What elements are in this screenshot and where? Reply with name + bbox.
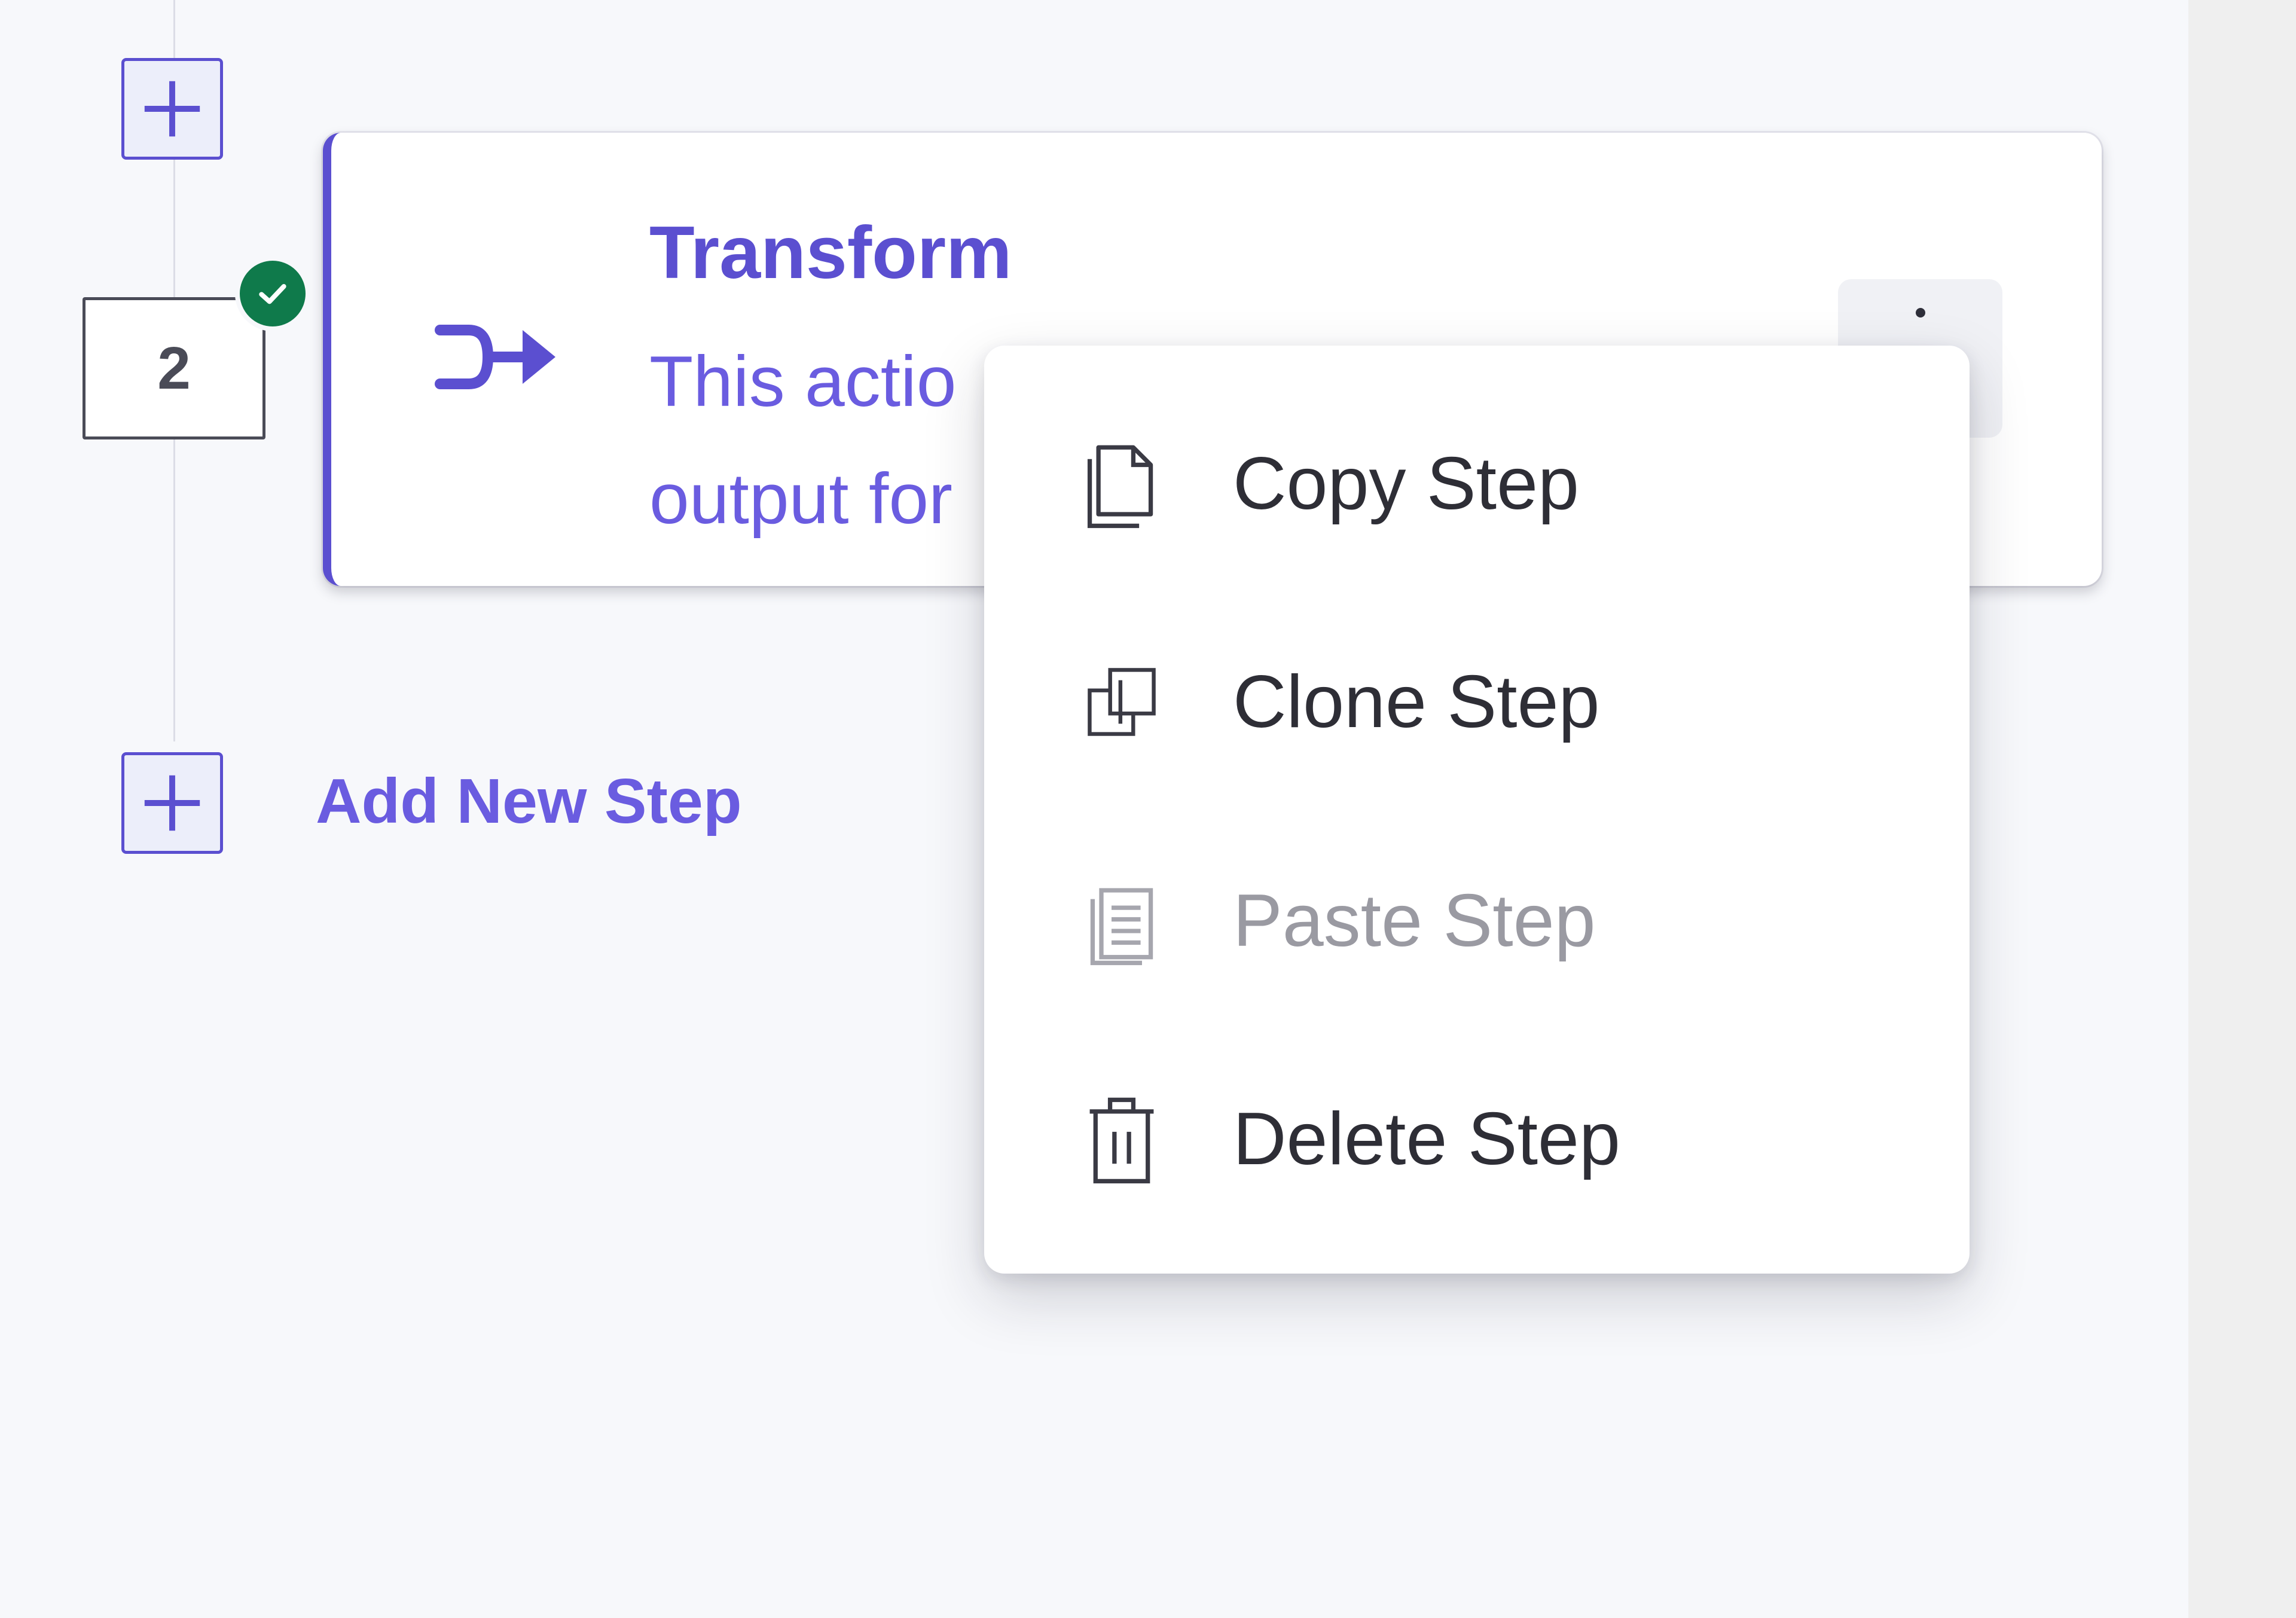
clone-step-menu-item[interactable]: Clone Step [984, 630, 1970, 774]
delete-step-label: Delete Step [1233, 1098, 1620, 1180]
copy-step-label: Copy Step [1233, 442, 1580, 525]
clone-step-label: Clone Step [1233, 661, 1600, 743]
paste-step-menu-item[interactable]: Paste Step [984, 849, 1970, 993]
add-step-above-button[interactable] [121, 58, 223, 160]
step-title: Transform [649, 212, 1012, 294]
add-new-step-button[interactable] [121, 752, 223, 854]
plus-icon [144, 775, 200, 831]
paste-step-label: Paste Step [1233, 880, 1596, 962]
more-vertical-icon [1915, 308, 1925, 318]
copy-step-menu-item[interactable]: Copy Step [984, 412, 1970, 555]
delete-step-menu-item[interactable]: Delete Step [984, 1067, 1970, 1211]
transform-arrow-icon [435, 325, 555, 389]
trash-icon [1074, 1085, 1170, 1193]
copy-icon [1074, 430, 1170, 538]
plus-icon [144, 81, 200, 137]
add-new-step-link[interactable]: Add New Step [316, 765, 742, 837]
scrollbar-track[interactable] [2188, 0, 2296, 1618]
step-number-badge: 2 [83, 297, 265, 439]
paste-icon [1074, 867, 1170, 975]
check-icon [235, 256, 310, 331]
step-context-menu: Copy Step Clone Step Paste Step Delete S… [984, 346, 1970, 1274]
clone-icon [1074, 648, 1170, 756]
